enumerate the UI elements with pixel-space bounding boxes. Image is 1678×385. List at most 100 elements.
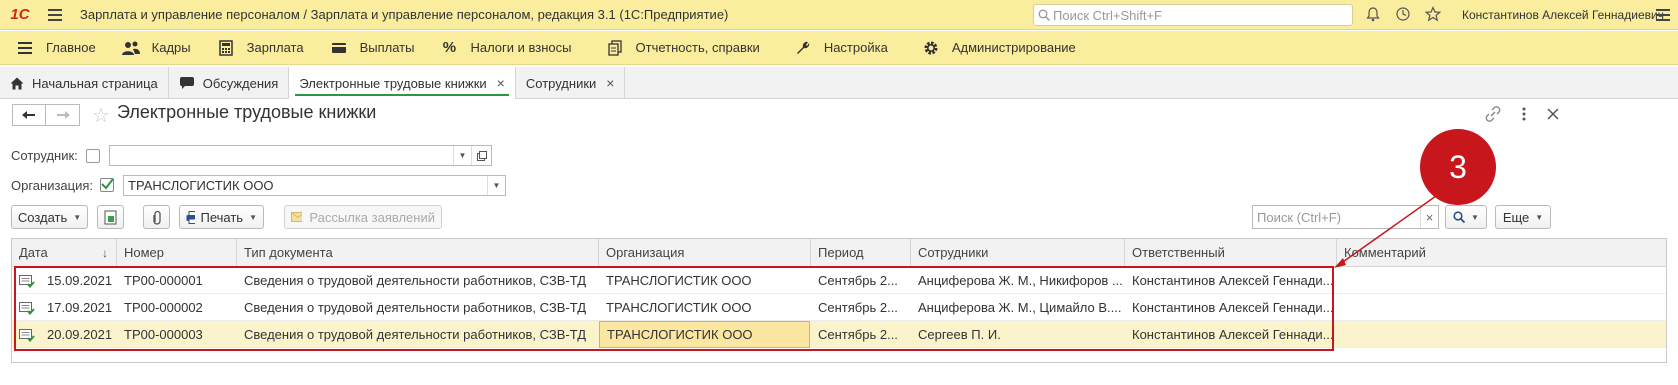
search-icon [1038, 9, 1050, 21]
chat-icon [179, 76, 195, 90]
document-posted-icon [19, 328, 35, 345]
section-administration[interactable]: Администрирование [900, 31, 1088, 65]
tab-employees[interactable]: Сотрудники × [516, 67, 626, 99]
tab-discussions[interactable]: Обсуждения [169, 67, 290, 99]
section-reports[interactable]: Отчетность, справки [584, 31, 772, 65]
print-label: Печать [200, 209, 244, 225]
attach-button[interactable] [143, 205, 170, 229]
organization-filter-field[interactable]: ТРАНСЛОГИСТИК ООО ▼ [123, 175, 506, 196]
global-search-placeholder: Поиск Ctrl+Shift+F [1053, 7, 1162, 23]
user-name[interactable]: Константинов Алексей Геннадиевич [1462, 8, 1664, 22]
tab-label: Обсуждения [202, 75, 279, 91]
wallet-icon [328, 39, 350, 57]
cell-comment [1337, 267, 1666, 294]
section-label: Зарплата [246, 40, 304, 55]
section-payments[interactable]: Выплаты [316, 31, 427, 65]
printer-icon [186, 210, 196, 224]
bell-icon[interactable] [1365, 6, 1381, 25]
column-header-organization[interactable]: Организация [599, 239, 811, 267]
calculator-icon [215, 39, 237, 57]
cell-employees: Сергеев П. И. [918, 327, 1001, 342]
cell-comment [1337, 294, 1666, 321]
cell-organization-focused[interactable]: ТРАНСЛОГИСТИК ООО [599, 321, 810, 348]
wrench-icon [792, 39, 814, 57]
table-row[interactable]: 15.09.2021 ТР00-000001 Сведения о трудов… [12, 267, 1666, 294]
dropdown-arrow-icon[interactable]: ▼ [453, 146, 471, 165]
document-posted-icon [19, 274, 35, 291]
app-title: Зарплата и управление персоналом / Зарпл… [80, 7, 729, 22]
close-icon[interactable]: × [606, 75, 614, 91]
main-menu-icon[interactable] [40, 8, 70, 21]
column-header-period[interactable]: Период [811, 239, 911, 267]
create-label: Создать [17, 209, 68, 225]
cell-date: 17.09.2021 [47, 300, 113, 315]
employee-filter-checkbox[interactable] [86, 149, 100, 163]
copy-document-button[interactable] [97, 205, 124, 229]
cell-employees: Анциферова Ж. М., Никифоров ... [918, 273, 1123, 288]
search-options-button[interactable]: ▼ [1445, 205, 1487, 229]
send-applications-button[interactable]: Рассылка заявлений [284, 205, 442, 229]
cell-employees: Анциферова Ж. М., Цимайло В.... [918, 300, 1122, 315]
section-hr[interactable]: Кадры [108, 31, 203, 65]
section-settings[interactable]: Настройка [772, 31, 900, 65]
section-salary[interactable]: Зарплата [203, 31, 316, 65]
dropdown-arrow-icon: ▼ [249, 212, 257, 222]
column-header-number[interactable]: Номер [117, 239, 237, 267]
favorites-star-icon[interactable] [1424, 5, 1442, 25]
column-header-employees[interactable]: Сотрудники [911, 239, 1125, 267]
cell-number: ТР00-000001 [124, 273, 203, 288]
cell-responsible: Константинов Алексей Геннади... [1132, 327, 1334, 342]
logo-1c: 1С [10, 6, 30, 23]
gear-icon [920, 39, 942, 57]
favorite-star-icon[interactable]: ☆ [92, 103, 110, 128]
table-row[interactable]: 17.09.2021 ТР00-000002 Сведения о трудов… [12, 294, 1666, 321]
cell-date: 15.09.2021 [47, 273, 113, 288]
dropdown-arrow-icon: ▼ [73, 212, 82, 222]
tab-electronic-work-books[interactable]: Электронные трудовые книжки × [289, 67, 516, 99]
more-actions-icon[interactable] [1521, 106, 1527, 125]
column-header-comment[interactable]: Комментарий [1337, 239, 1666, 267]
organization-filter-checkbox[interactable] [100, 178, 114, 192]
link-icon[interactable] [1485, 106, 1501, 125]
more-label: Еще [1502, 209, 1530, 225]
table-header: Дата ↓ Номер Тип документа Организация П… [12, 239, 1666, 267]
close-icon[interactable]: × [497, 75, 505, 91]
sections-panel: Главное Кадры Зарплата Выплаты % Налоги … [0, 31, 1678, 65]
create-button[interactable]: Создать ▼ [11, 205, 88, 229]
copy-document-icon [104, 210, 117, 224]
back-button[interactable] [12, 104, 46, 126]
close-form-icon[interactable] [1547, 108, 1559, 123]
more-button[interactable]: Еще ▼ [1495, 205, 1551, 229]
history-icon[interactable] [1395, 6, 1411, 25]
organization-filter-label: Организация: [11, 178, 94, 193]
global-search-input[interactable]: Поиск Ctrl+Shift+F [1033, 4, 1353, 26]
section-main[interactable]: Главное [0, 31, 108, 65]
section-taxes[interactable]: % Налоги и взносы [426, 31, 583, 65]
column-header-doc-type[interactable]: Тип документа [237, 239, 599, 267]
search-placeholder: Поиск (Ctrl+F) [1257, 209, 1342, 225]
table-row-selected[interactable]: 20.09.2021 ТР00-000003 Сведения о трудов… [12, 321, 1666, 348]
people-icon [120, 39, 142, 57]
arrow-left-icon [22, 111, 35, 119]
section-label: Налоги и взносы [470, 40, 572, 55]
window-menu-icon[interactable] [1655, 6, 1671, 24]
print-button[interactable]: Печать ▼ [179, 205, 264, 229]
documents-table[interactable]: Дата ↓ Номер Тип документа Организация П… [11, 238, 1667, 363]
tab-home[interactable]: Начальная страница [0, 67, 169, 99]
annotation-marker: 3 [1420, 129, 1496, 205]
open-icon[interactable] [471, 146, 491, 165]
forward-button[interactable] [46, 104, 80, 126]
section-label: Главное [46, 40, 96, 55]
menu-lines-icon [14, 39, 36, 57]
checkmark-icon [101, 178, 114, 190]
list-search-input[interactable]: Поиск (Ctrl+F) × [1252, 205, 1439, 229]
cell-period: Сентябрь 2... [818, 327, 898, 342]
column-header-responsible[interactable]: Ответственный [1125, 239, 1337, 267]
clear-search-icon[interactable]: × [1420, 206, 1438, 228]
section-label: Администрирование [951, 40, 1076, 55]
column-header-date[interactable]: Дата ↓ [12, 239, 117, 267]
dropdown-arrow-icon[interactable]: ▼ [487, 176, 505, 195]
section-label: Настройка [823, 40, 888, 55]
employee-filter-field[interactable]: ▼ [109, 145, 492, 166]
cell-doc-type: Сведения о трудовой деятельности работни… [244, 273, 587, 288]
